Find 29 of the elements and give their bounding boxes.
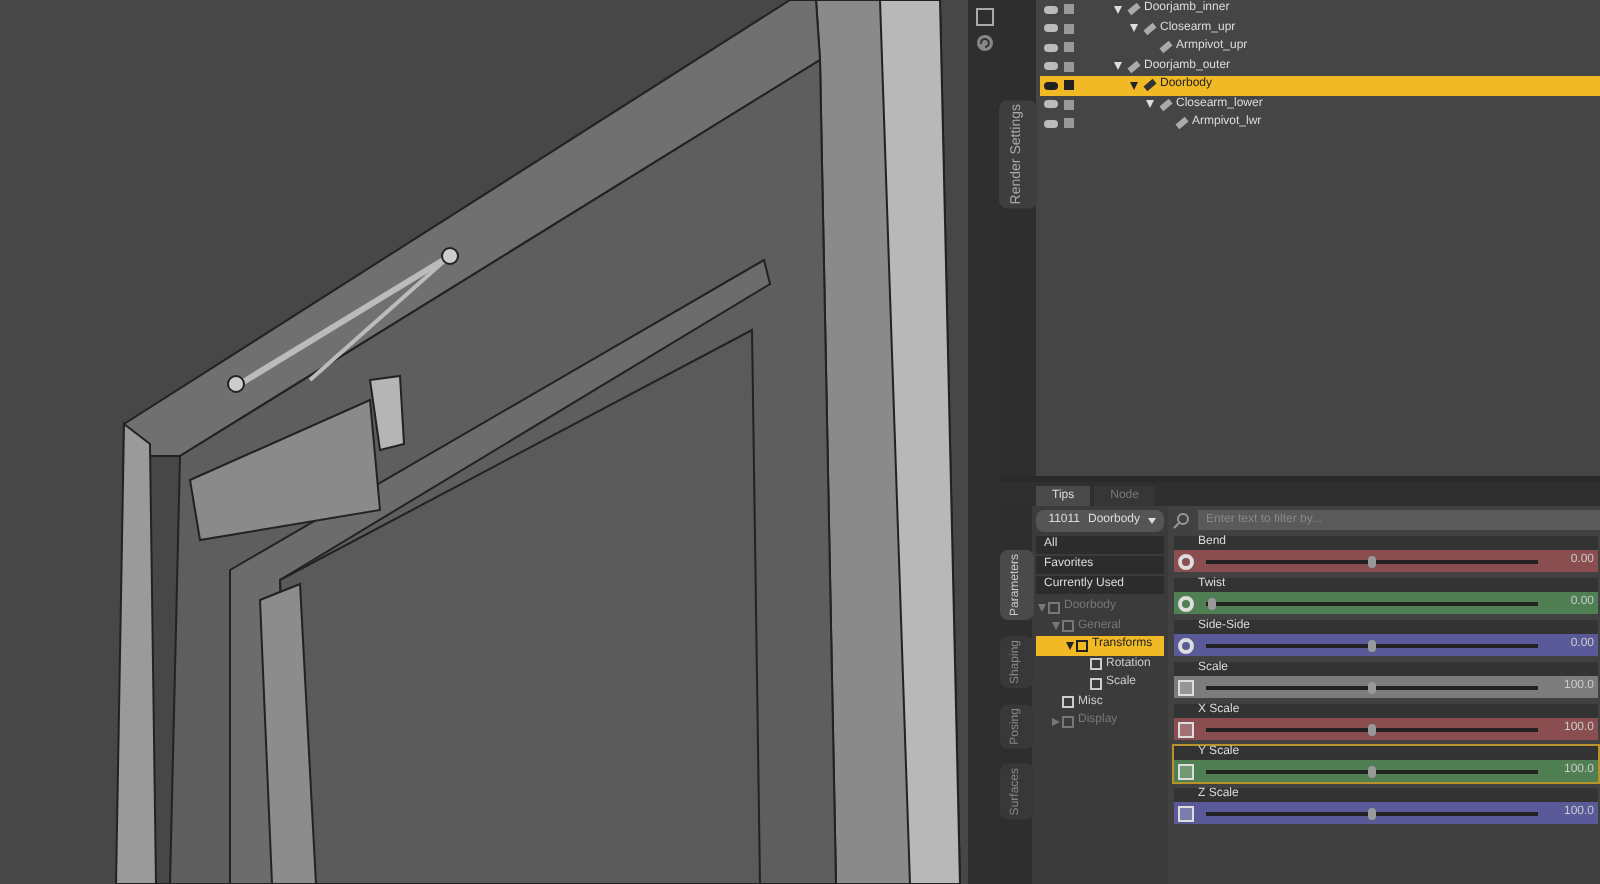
caret-icon[interactable] <box>1114 5 1122 14</box>
node-icon <box>1062 696 1074 709</box>
undo-icon[interactable] <box>975 34 993 52</box>
caret-icon[interactable] <box>1146 100 1154 109</box>
rotate-icon <box>1178 637 1194 653</box>
caret-icon[interactable] <box>1114 62 1122 71</box>
scale-icon <box>1178 679 1194 695</box>
slider-thumb[interactable] <box>1368 807 1376 819</box>
node-icon <box>1090 658 1102 671</box>
slider-thumb[interactable] <box>1368 723 1376 735</box>
node-icon <box>1090 677 1102 690</box>
rotate-icon <box>1178 553 1194 569</box>
scale-icon <box>1178 805 1194 821</box>
scale-icon <box>1178 763 1194 779</box>
node-icon <box>1062 715 1074 728</box>
grid-icon[interactable] <box>975 8 993 26</box>
slider-thumb[interactable] <box>1208 597 1217 609</box>
slider-thumb[interactable] <box>1368 765 1376 777</box>
caret-icon[interactable] <box>1130 24 1138 33</box>
caret-icon[interactable] <box>1130 81 1138 90</box>
rotate-icon <box>1178 595 1194 611</box>
search-icon <box>1172 511 1190 529</box>
slider-thumb[interactable] <box>1368 639 1376 651</box>
scale-icon <box>1178 721 1194 737</box>
node-icon <box>1048 601 1060 614</box>
node-icon <box>1076 639 1088 652</box>
dropdown-caret-icon[interactable] <box>1148 518 1156 524</box>
slider-thumb[interactable] <box>1368 555 1376 567</box>
node-icon <box>1062 620 1074 633</box>
